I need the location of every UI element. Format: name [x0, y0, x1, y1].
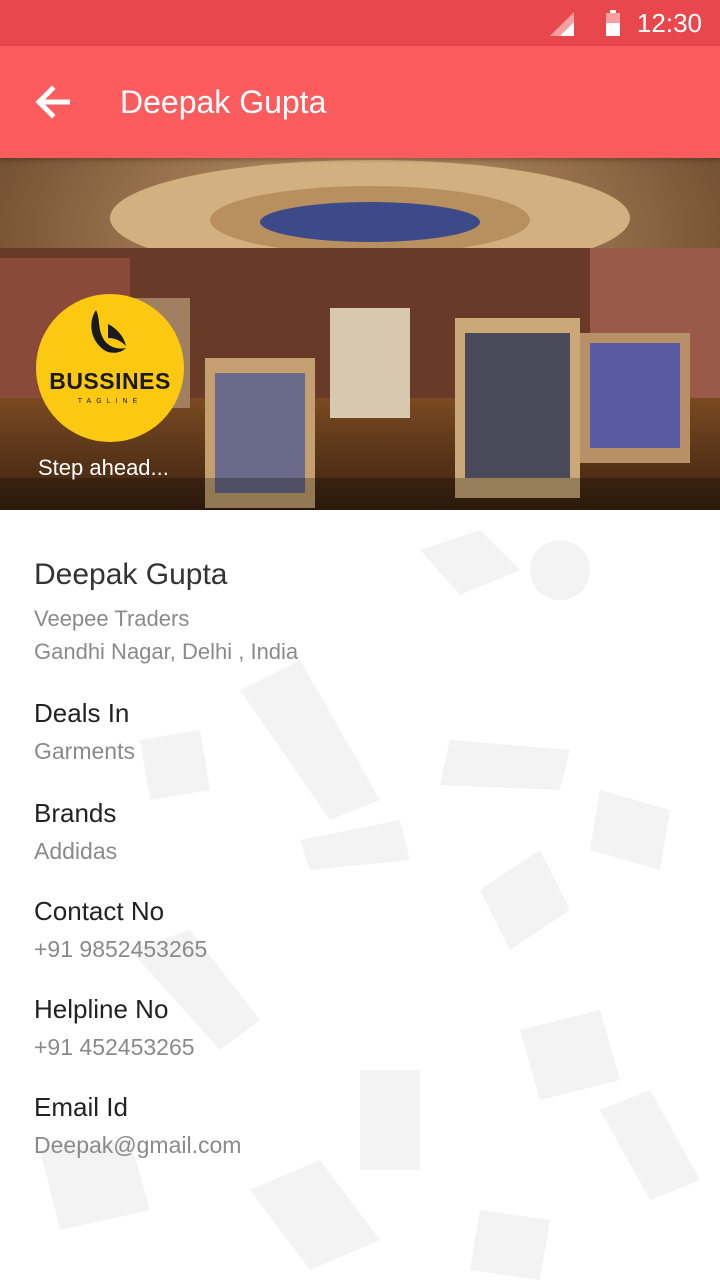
helpline-no-label: Helpline No: [34, 994, 169, 1024]
company-address: Gandhi Nagar, Delhi , India: [34, 639, 299, 664]
brands-label: Brands: [34, 798, 117, 828]
profile-details: Deepak Gupta Veepee Traders Gandhi Nagar…: [0, 510, 720, 1280]
deals-in-value: Garments: [34, 738, 135, 764]
logo-text: BUSSINES: [49, 368, 171, 394]
page-title: Deepak Gupta: [120, 84, 327, 120]
logo-tagline: TAGLINE: [77, 398, 143, 405]
email-label: Email Id: [34, 1092, 128, 1122]
hero-tagline: Step ahead...: [38, 455, 169, 480]
contact-no-label: Contact No: [34, 896, 165, 926]
business-logo: BUSSINES TAGLINE: [36, 294, 184, 442]
signal-icon: [550, 12, 574, 36]
profile-name: Deepak Gupta: [34, 558, 228, 591]
status-bar: 12:30: [0, 0, 720, 46]
battery-icon: [606, 10, 620, 36]
app-bar: Deepak Gupta: [0, 46, 720, 158]
brands-value: Addidas: [34, 838, 118, 864]
helpline-no-value[interactable]: +91 452453265: [34, 1034, 195, 1061]
deals-in-label: Deals In: [34, 698, 130, 728]
arrow-left-icon[interactable]: [34, 84, 70, 120]
contact-no-value[interactable]: +91 9852453265: [34, 936, 207, 963]
email-value[interactable]: Deepak@gmail.com: [34, 1132, 241, 1159]
logo-mark-icon: [91, 310, 126, 353]
company-name: Veepee Traders: [34, 606, 190, 631]
status-time: 12:30: [636, 8, 702, 38]
